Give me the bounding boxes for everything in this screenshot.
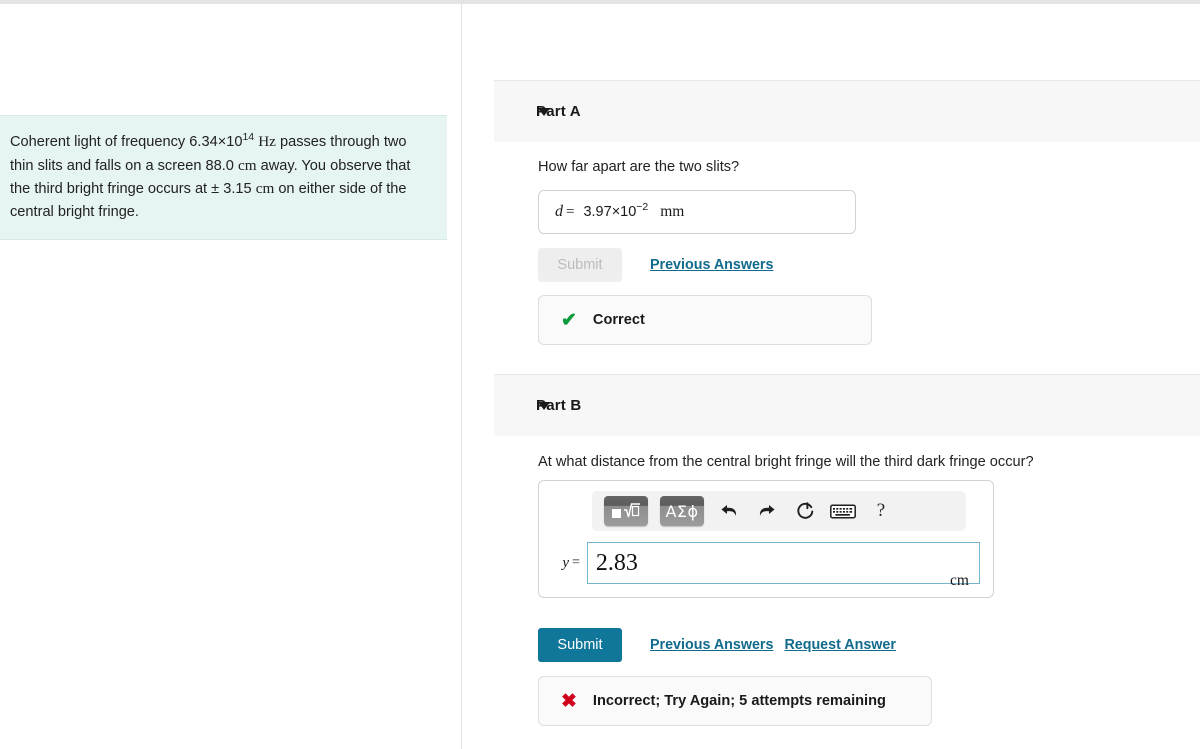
part-b-answer-entry: ΑΣϕ ? y = 2.83 bbox=[538, 480, 994, 598]
caret-down-icon[interactable] bbox=[538, 107, 550, 116]
part-b-previous-answers-link[interactable]: Previous Answers bbox=[650, 637, 773, 653]
problem-distance-unit: cm bbox=[237, 156, 257, 174]
part-b-question: At what distance from the central bright… bbox=[538, 454, 1034, 470]
keyboard-icon[interactable] bbox=[830, 498, 856, 524]
part-b-variable: y bbox=[562, 554, 569, 571]
part-b-answer-value: 2.83 bbox=[595, 549, 638, 576]
part-a-answer-mantissa: 3.97×10 bbox=[583, 204, 637, 220]
redo-arrow-icon[interactable] bbox=[754, 498, 780, 524]
problem-fringe-unit: cm bbox=[255, 180, 275, 198]
part-a-answer-unit: mm bbox=[660, 203, 685, 220]
greek-symbols-button[interactable]: ΑΣϕ bbox=[660, 496, 704, 526]
part-a-feedback-text: Correct bbox=[592, 312, 645, 328]
part-b-answer-input[interactable]: 2.83 bbox=[586, 542, 980, 584]
problem-page: Coherent light of frequency 6.34×1014 Hz… bbox=[0, 0, 1200, 749]
question-mark-icon[interactable]: ? bbox=[868, 498, 894, 524]
math-editor-toolbar: ΑΣϕ ? bbox=[592, 491, 966, 531]
part-b-input-row: y = 2.83 bbox=[552, 542, 980, 584]
greek-symbols-label: ΑΣϕ bbox=[665, 501, 699, 521]
part-a-answer-value: 3.97×10−2 bbox=[583, 202, 649, 220]
part-a-answer-exponent: −2 bbox=[636, 202, 649, 214]
problem-frequency-unit: Hz bbox=[258, 133, 276, 150]
problem-statement-box: Coherent light of frequency 6.34×1014 Hz… bbox=[0, 115, 447, 241]
part-b-request-answer-link[interactable]: Request Answer bbox=[784, 637, 896, 653]
part-a-equals: = bbox=[566, 203, 575, 220]
part-b-header[interactable]: Part B bbox=[494, 374, 1200, 436]
check-icon: ✔ bbox=[561, 309, 577, 331]
part-b-answer-unit: cm bbox=[950, 572, 969, 589]
problem-statement-pane: Coherent light of frequency 6.34×1014 Hz… bbox=[0, 4, 460, 749]
part-b-feedback-text: Incorrect; Try Again; 5 attempts remaini… bbox=[592, 693, 886, 709]
part-a-variable: d bbox=[555, 203, 563, 220]
part-b-action-row: Submit Previous Answers Request Answer bbox=[538, 628, 896, 662]
problem-seg-1: Coherent light of frequency 6.34×10 bbox=[10, 134, 243, 150]
problem-frequency-exponent: 14 bbox=[242, 131, 255, 144]
problem-statement-text: Coherent light of frequency 6.34×1014 Hz… bbox=[10, 130, 425, 223]
cross-icon: ✖ bbox=[561, 690, 577, 712]
part-a-previous-answers-link[interactable]: Previous Answers bbox=[650, 257, 773, 273]
part-b-feedback-incorrect: ✖ Incorrect; Try Again; 5 attempts remai… bbox=[538, 676, 932, 726]
answer-pane: Part A How far apart are the two slits? … bbox=[462, 4, 1200, 749]
caret-down-icon[interactable] bbox=[538, 401, 550, 410]
part-a-question: How far apart are the two slits? bbox=[538, 159, 740, 175]
part-b-submit-button[interactable]: Submit bbox=[538, 628, 622, 662]
part-b-equals: = bbox=[572, 555, 580, 570]
undo-arrow-icon[interactable] bbox=[716, 498, 742, 524]
reset-circular-arrow-icon[interactable] bbox=[792, 498, 818, 524]
part-a-submit-button[interactable]: Submit bbox=[538, 248, 622, 282]
part-a-feedback-correct: ✔ Correct bbox=[538, 295, 872, 345]
part-a-answer-display: d = 3.97×10−2 mm bbox=[538, 190, 856, 234]
part-a-header[interactable]: Part A bbox=[494, 80, 1200, 142]
math-template-icon[interactable] bbox=[604, 496, 648, 526]
part-a-action-row: Submit Previous Answers bbox=[538, 248, 773, 282]
